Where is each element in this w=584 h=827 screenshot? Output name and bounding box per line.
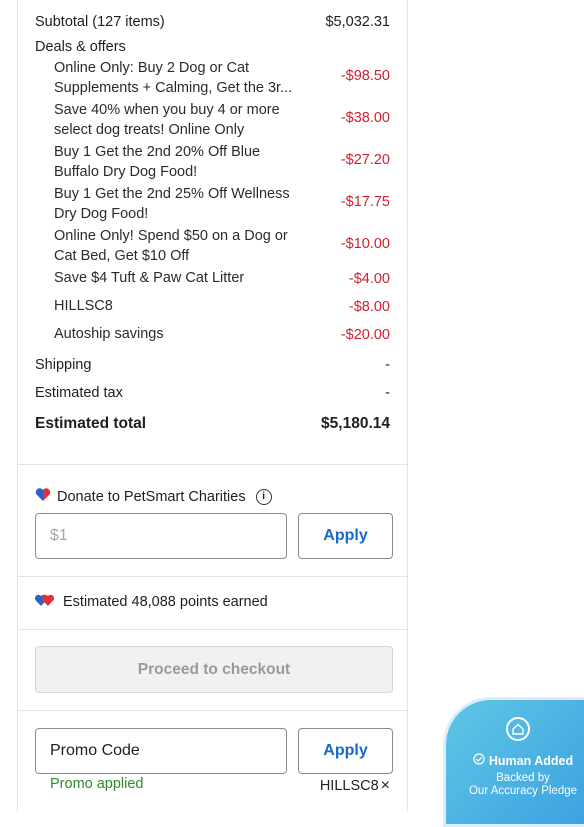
shipping-value: - — [385, 357, 390, 373]
applied-promo-code: HILLSC8 — [319, 778, 379, 794]
promo-applied-status: Promo applied — [50, 776, 144, 792]
points-row: Estimated 48,088 points earned — [34, 593, 268, 611]
deal-text: Save 40% when you buy 4 or more select d… — [54, 102, 280, 138]
applied-promo-tag: HILLSC8 × — [319, 778, 390, 795]
deal-amount: -$27.20 — [340, 152, 390, 168]
deal-text: Autoship savings — [54, 326, 164, 342]
deal-amount: -$98.50 — [340, 68, 390, 84]
check-circle-icon — [473, 753, 485, 768]
badge-line-1: Backed by — [496, 772, 550, 784]
badge-title-row: Human Added — [446, 753, 584, 768]
points-text: Estimated 48,088 points earned — [63, 594, 268, 610]
promo-apply-button[interactable]: Apply — [298, 728, 393, 774]
subtotal-label: Subtotal (127 items) — [35, 14, 165, 30]
deal-amount: -$17.75 — [340, 194, 390, 210]
charity-heart-icon — [35, 487, 51, 506]
subtotal-value: $5,032.31 — [325, 14, 390, 30]
divider — [18, 464, 407, 465]
shipping-label: Shipping — [35, 357, 92, 373]
deal-text: Online Only: Buy 2 Dog or Cat Supplement… — [54, 60, 293, 96]
house-shield-icon — [506, 717, 530, 741]
deal-text: Buy 1 Get the 2nd 25% Off Wellness Dry D… — [54, 186, 290, 222]
deal-amount: -$38.00 — [340, 110, 390, 126]
deal-text: Save $4 Tuft & Paw Cat Litter — [54, 270, 245, 286]
info-icon[interactable]: i — [255, 488, 272, 505]
deal-amount: -$10.00 — [340, 236, 390, 252]
donation-amount-input[interactable]: $1 — [35, 513, 287, 559]
deal-text: Online Only! Spend $50 on a Dog or Cat B… — [54, 228, 288, 264]
deal-amount: -$4.00 — [348, 271, 390, 287]
divider — [18, 576, 407, 577]
tax-label: Estimated tax — [35, 385, 123, 401]
divider — [18, 629, 407, 630]
deal-text: Buy 1 Get the 2nd 20% Off Blue Buffalo D… — [54, 144, 261, 180]
remove-promo-icon[interactable]: × — [381, 778, 390, 794]
human-added-badge[interactable]: Human Added Backed by Our Accuracy Pledg… — [443, 697, 584, 827]
promo-code-input[interactable]: Promo Code — [35, 728, 287, 774]
donate-title: Donate to PetSmart Charities i — [35, 487, 272, 506]
order-summary-panel: Subtotal (127 items) $5,032.31 Deals & o… — [17, 0, 408, 811]
deal-amount: -$8.00 — [348, 299, 390, 315]
proceed-to-checkout-button[interactable]: Proceed to checkout — [35, 646, 393, 693]
donate-title-text: Donate to PetSmart Charities — [57, 488, 246, 505]
deal-amount: -$20.00 — [340, 327, 390, 343]
deals-header-label: Deals & offers — [35, 39, 126, 55]
tax-value: - — [385, 385, 390, 401]
treats-hearts-icon — [34, 593, 55, 611]
badge-title: Human Added — [488, 753, 574, 768]
badge-line-2: Our Accuracy Pledge — [468, 785, 578, 797]
donate-apply-button[interactable]: Apply — [298, 513, 393, 559]
total-label: Estimated total — [35, 415, 147, 432]
divider — [18, 710, 407, 711]
deal-text: HILLSC8 — [54, 298, 113, 314]
total-value: $5,180.14 — [321, 415, 390, 432]
